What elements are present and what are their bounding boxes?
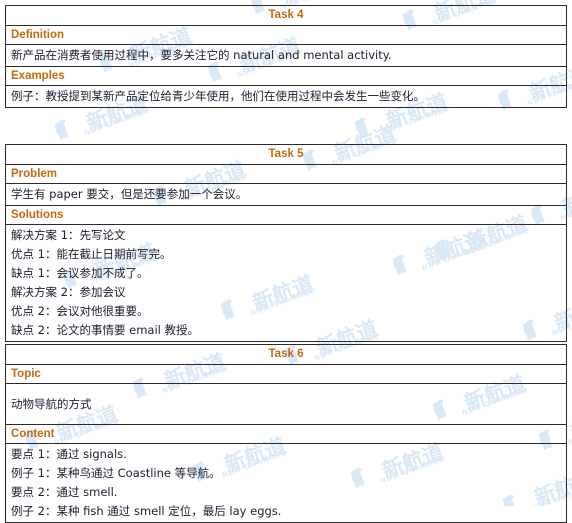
text-line: 动物导航的方式 — [11, 397, 92, 411]
section-heading-solutions: Solutions — [5, 205, 567, 225]
text-line: 缺点 2：论文的事情要 email 教授。 — [11, 323, 199, 337]
text-line: 解决方案 2：参加会议 — [11, 285, 126, 299]
text-line: 解决方案 1：先写论文 — [11, 228, 126, 242]
table-row: 学生有 paper 要交，但是还要参加一个会议。 — [5, 183, 567, 206]
section-body-definition: 新产品在消费者使用过程中，要多关注它的 natural and mental a… — [5, 44, 567, 67]
table-row: 例子：教授提到某新产品定位给青少年使用，他们在使用过程中会发生一些变化。 — [5, 85, 567, 108]
new-channel-logo-icon — [53, 112, 90, 147]
task-table-task4: Task 4 Definition 新产品在消费者使用过程中，要多关注它的 na… — [5, 5, 567, 108]
text-line: 优点 2：会议对他很重要。 — [11, 304, 149, 318]
section-heading-problem: Problem — [5, 164, 567, 184]
table-row: Task 4 — [5, 5, 567, 26]
task-title: Task 6 — [5, 344, 567, 365]
text-line: 要点 2：通过 smell. — [11, 485, 118, 499]
text-line: 要点 1：通过 signals. — [11, 447, 127, 461]
section-body-problem: 学生有 paper 要交，但是还要参加一个会议。 — [5, 183, 567, 206]
text-line: 例子：教授提到某新产品定位给青少年使用，他们在使用过程中会发生一些变化。 — [11, 89, 425, 103]
new-channel-logo-icon — [353, 110, 390, 145]
text-line: 优点 1：能在截止日期前写完。 — [11, 247, 172, 261]
text-line: 学生有 paper 要交，但是还要参加一个会议。 — [11, 187, 248, 201]
table-row: Topic — [5, 364, 567, 384]
table-row: 新产品在消费者使用过程中，要多关注它的 natural and mental a… — [5, 44, 567, 67]
table-row: Problem — [5, 164, 567, 184]
task-table-task5: Task 5 Problem 学生有 paper 要交，但是还要参加一个会议。 … — [5, 144, 567, 342]
table-row: 要点 1：通过 signals. 例子 1：某种鸟通过 Coastline 等导… — [5, 443, 567, 523]
section-heading-topic: Topic — [5, 364, 567, 384]
section-heading-definition: Definition — [5, 25, 567, 45]
section-heading-content: Content — [5, 424, 567, 444]
table-row: 动物导航的方式 — [5, 383, 567, 425]
table-row: Examples — [5, 66, 567, 86]
text-line: 缺点 1：会议参加不成了。 — [11, 266, 149, 280]
table-row: Definition — [5, 25, 567, 45]
text-line: 例子 1：某种鸟通过 Coastline 等导航。 — [11, 466, 221, 480]
section-body-solutions: 解决方案 1：先写论文 优点 1：能在截止日期前写完。 缺点 1：会议参加不成了… — [5, 224, 567, 342]
section-body-content: 要点 1：通过 signals. 例子 1：某种鸟通过 Coastline 等导… — [5, 443, 567, 523]
watermark-english-text: NEW CHANNEL — [382, 103, 451, 136]
task-title: Task 4 — [5, 5, 567, 26]
task-table-task6: Task 6 Topic 动物导航的方式 Content 要点 1：通过 sig… — [5, 344, 567, 523]
watermark-english-text: NEW CHANNEL — [82, 105, 151, 138]
task-title: Task 5 — [5, 144, 567, 165]
watermark-english-text: NEW CHANNEL — [566, 416, 572, 448]
section-body-examples: 例子：教授提到某新产品定位给青少年使用，他们在使用过程中会发生一些变化。 — [5, 85, 567, 108]
table-row: Task 6 — [5, 344, 567, 365]
table-row: Content — [5, 424, 567, 444]
text-line: 例子 2：某种 fish 通过 smell 定位，最后 lay eggs. — [11, 504, 282, 518]
section-heading-examples: Examples — [5, 66, 567, 86]
table-row: Task 5 — [5, 144, 567, 165]
section-body-topic: 动物导航的方式 — [5, 383, 567, 425]
table-row: 解决方案 1：先写论文 优点 1：能在截止日期前写完。 缺点 1：会议参加不成了… — [5, 224, 567, 342]
text-line: 新产品在消费者使用过程中，要多关注它的 natural and mental a… — [11, 48, 392, 62]
table-row: Solutions — [5, 205, 567, 225]
